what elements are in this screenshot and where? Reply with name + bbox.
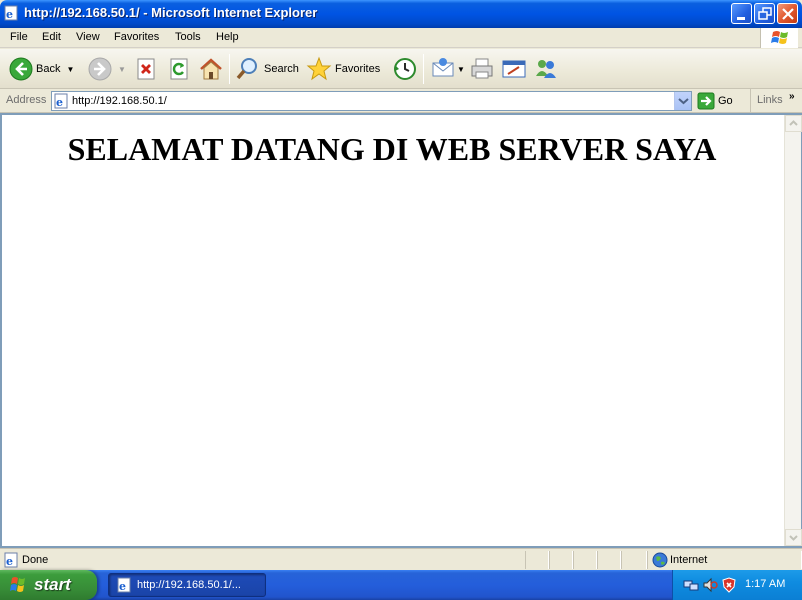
window-title: http://192.168.50.1/ - Microsoft Interne… <box>24 5 318 20</box>
taskbar-item-ie[interactable]: e http://192.168.50.1/... <box>108 573 266 597</box>
favorites-star-icon <box>306 56 332 81</box>
links-toolbar[interactable]: Links » <box>750 89 802 113</box>
refresh-button[interactable] <box>168 55 190 83</box>
search-icon <box>236 58 257 80</box>
menu-bar: File Edit View Favorites Tools Help <box>0 28 802 48</box>
status-pane <box>525 551 549 569</box>
minimize-icon <box>737 17 745 20</box>
refresh-icon <box>170 58 188 80</box>
chevron-right-icon[interactable]: » <box>789 91 795 102</box>
standard-toolbar: Back ▼ ▼ Search Favorites ▼ <box>0 49 802 89</box>
chevron-down-icon <box>789 535 798 541</box>
back-arrow-icon <box>9 57 33 81</box>
taskbar-item-label: http://192.168.50.1/... <box>137 579 241 591</box>
forward-arrow-icon <box>88 57 112 81</box>
toolbar-separator <box>423 54 424 84</box>
go-button[interactable]: Go <box>697 92 733 110</box>
address-input[interactable] <box>72 94 662 108</box>
svg-text:e: e <box>6 8 13 21</box>
links-label: Links <box>757 94 783 106</box>
print-button[interactable] <box>469 55 495 83</box>
zone-label: Internet <box>670 554 708 566</box>
page-content[interactable]: SELAMAT DATANG DI WEB SERVER SAYA <box>0 113 802 548</box>
address-bar: Address e Go Links » <box>0 89 802 113</box>
search-label: Search <box>264 63 299 75</box>
menu-tools[interactable]: Tools <box>175 31 201 43</box>
restore-icon <box>758 7 772 20</box>
restore-button[interactable] <box>754 3 775 24</box>
back-dropdown-icon[interactable]: ▼ <box>66 65 74 74</box>
status-bar: e Done Internet <box>0 548 802 570</box>
mail-button[interactable]: ▼ <box>430 55 465 83</box>
home-button[interactable] <box>198 55 224 83</box>
start-button[interactable]: start <box>0 570 97 600</box>
scroll-up-button[interactable] <box>785 115 802 132</box>
svg-text:e: e <box>56 96 63 109</box>
windows-flag-icon <box>10 577 25 592</box>
clock: 1:17 AM <box>745 578 786 590</box>
volume-icon[interactable] <box>702 577 718 593</box>
favorites-label: Favorites <box>335 63 381 75</box>
chevron-up-icon <box>789 120 798 126</box>
favorites-button[interactable]: Favorites <box>306 55 380 83</box>
ie-page-icon: e <box>4 5 18 21</box>
menu-file[interactable]: File <box>10 31 28 43</box>
edit-button[interactable] <box>501 55 527 83</box>
status-pane <box>549 551 573 569</box>
start-label: start <box>34 575 71 594</box>
back-label: Back <box>36 63 61 75</box>
messenger-icon <box>536 60 556 78</box>
back-button[interactable]: Back ▼ <box>9 55 74 83</box>
toolbar-separator <box>229 54 230 84</box>
status-pane <box>597 551 621 569</box>
address-field[interactable]: e <box>51 91 692 111</box>
address-label: Address <box>6 94 47 106</box>
menu-help[interactable]: Help <box>216 31 239 43</box>
status-pane <box>621 551 647 569</box>
address-dropdown-button[interactable] <box>674 92 691 110</box>
taskbar: start e http://192.168.50.1/... 1:17 AM <box>0 570 802 600</box>
chevron-down-icon <box>678 98 689 105</box>
network-icon[interactable] <box>683 577 699 593</box>
windows-flag-icon <box>771 31 788 44</box>
stop-button[interactable] <box>135 55 157 83</box>
svg-text:e: e <box>119 580 126 593</box>
svg-text:e: e <box>6 555 13 568</box>
close-icon <box>782 8 794 20</box>
window-titlebar[interactable]: e http://192.168.50.1/ - Microsoft Inter… <box>0 0 802 28</box>
stop-icon <box>137 58 155 80</box>
ie-page-icon: e <box>54 93 68 109</box>
close-button[interactable] <box>777 3 798 24</box>
system-tray: 1:17 AM <box>672 570 802 600</box>
security-shield-icon[interactable] <box>721 577 737 593</box>
menu-favorites[interactable]: Favorites <box>114 31 159 43</box>
go-label: Go <box>718 95 733 107</box>
printer-icon <box>471 58 493 79</box>
search-button[interactable]: Search <box>235 55 299 83</box>
go-arrow-icon <box>697 92 715 110</box>
status-pane <box>573 551 597 569</box>
page-heading: SELAMAT DATANG DI WEB SERVER SAYA <box>67 131 717 167</box>
forward-button[interactable]: ▼ <box>88 55 126 83</box>
page-status-icon: e <box>4 552 18 568</box>
minimize-button[interactable] <box>731 3 752 24</box>
vertical-scrollbar[interactable] <box>784 115 802 546</box>
messenger-button[interactable] <box>533 55 559 83</box>
history-button[interactable] <box>392 55 418 83</box>
history-icon <box>394 58 416 80</box>
ie-page-icon: e <box>117 577 131 593</box>
internet-globe-icon <box>652 552 668 568</box>
menu-view[interactable]: View <box>76 31 100 43</box>
home-icon <box>200 58 222 80</box>
edit-page-icon <box>502 60 526 78</box>
forward-dropdown-icon[interactable]: ▼ <box>118 65 126 74</box>
windows-logo <box>760 28 798 48</box>
status-text: Done <box>22 554 49 566</box>
mail-icon <box>432 58 454 77</box>
scroll-down-button[interactable] <box>785 529 802 546</box>
menu-edit[interactable]: Edit <box>42 31 61 43</box>
security-zone-pane[interactable]: Internet <box>647 551 802 569</box>
mail-dropdown-icon[interactable]: ▼ <box>457 65 465 74</box>
